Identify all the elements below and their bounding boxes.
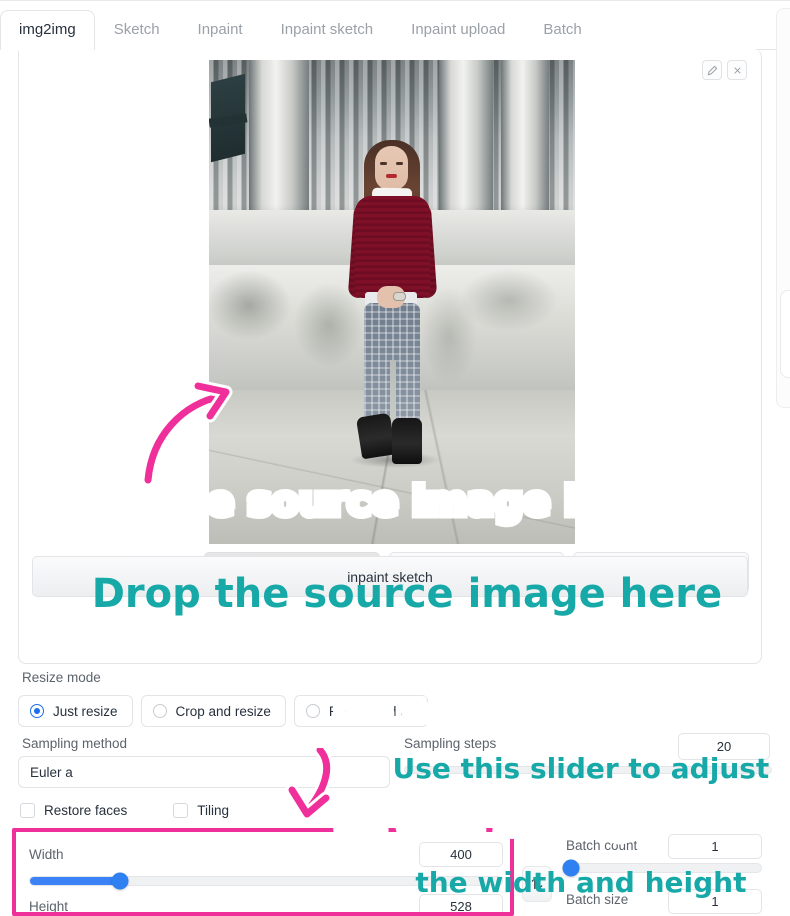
radio-just-resize[interactable]: Just resize: [18, 695, 133, 727]
batch-count-value[interactable]: 1: [668, 834, 762, 859]
tab-batch[interactable]: Batch: [524, 10, 600, 50]
batch-count-slider-thumb[interactable]: [562, 859, 580, 877]
source-image[interactable]: [209, 60, 575, 544]
photo-figure-watch: [393, 292, 406, 301]
radio-resize-and-fill[interactable]: Resize and fill: [293, 695, 428, 727]
toggle-row: Restore faces Tiling: [20, 803, 229, 818]
swap-dimensions-button[interactable]: ⇅: [522, 866, 552, 902]
tab-inpaint-sketch[interactable]: Inpaint sketch: [262, 10, 393, 50]
photo-figure-sweater: [355, 196, 430, 298]
photo-figure-boot-left: [355, 412, 397, 460]
photo-figure-boot-right: [392, 418, 422, 464]
sampling-steps-label: Sampling steps: [404, 736, 497, 751]
width-slider[interactable]: [29, 872, 503, 890]
checkbox-restore-faces[interactable]: Restore faces: [20, 803, 127, 818]
photo-figure-eye-right: [396, 162, 403, 165]
radio-label-just-resize: Just resize: [53, 703, 118, 719]
photo-column-a: [249, 60, 309, 230]
height-label: Height: [29, 899, 69, 914]
batch-size-value[interactable]: 1: [668, 889, 762, 914]
tab-inpaint[interactable]: Inpaint: [179, 10, 262, 50]
photo-figure-leg-gap: [390, 360, 396, 426]
width-slider-thumb[interactable]: [111, 872, 129, 890]
batch-count-slider[interactable]: [562, 859, 762, 877]
photo-figure-face: [375, 146, 408, 190]
radio-label-crop-and-resize: Crop and resize: [175, 703, 271, 719]
width-value[interactable]: 400: [419, 842, 503, 867]
image-drop-area[interactable]: [19, 49, 761, 544]
close-icon[interactable]: [727, 60, 747, 80]
radio-indicator-crop-and-resize: [152, 704, 167, 718]
app-root: img2img Sketch Inpaint Inpaint sketch In…: [0, 0, 790, 916]
dimensions-highlight-box: Width 400 Height 528: [12, 828, 514, 916]
copy-to-inpaint-sketch-button[interactable]: inpaint sketch: [32, 556, 748, 597]
checkbox-box-tiling: [173, 803, 189, 818]
checkbox-label-tiling: Tiling: [197, 803, 230, 818]
radio-indicator-resize-and-fill: [305, 704, 320, 718]
tab-img2img[interactable]: img2img: [0, 10, 95, 51]
resize-mode-options: Just resize Crop and resize Resize and f…: [18, 695, 428, 727]
width-label: Width: [29, 847, 64, 862]
width-row: Width 400: [29, 842, 503, 867]
height-value[interactable]: 528: [419, 894, 503, 912]
photo-figure-eye-left: [380, 162, 387, 165]
tab-inpaint-upload[interactable]: Inpaint upload: [392, 10, 524, 50]
edit-icon[interactable]: [702, 60, 722, 80]
sampling-method-label: Sampling method: [22, 736, 128, 751]
tab-sketch[interactable]: Sketch: [95, 10, 179, 50]
batch-count-label: Batch count: [566, 838, 638, 853]
image-tool-buttons: [702, 60, 747, 80]
radio-indicator-just-resize: [30, 704, 44, 718]
photo-figure-lips: [386, 174, 397, 178]
checkbox-label-restore-faces: Restore faces: [44, 803, 128, 818]
width-slider-fill: [30, 877, 120, 885]
resize-mode-label: Resize mode: [22, 670, 101, 685]
radio-label-resize-and-fill: Resize and fill: [328, 703, 413, 719]
checkbox-tiling[interactable]: Tiling: [173, 803, 229, 818]
sampling-method-select[interactable]: Euler a: [18, 756, 390, 788]
checkbox-box-restore-faces: [20, 803, 35, 818]
radio-crop-and-resize[interactable]: Crop and resize: [140, 695, 286, 727]
batch-size-label: Batch size: [566, 892, 629, 907]
height-row: Height 528: [29, 894, 503, 914]
sampling-steps-slider[interactable]: [404, 766, 772, 774]
right-side-panel-card: [780, 290, 790, 378]
copy-to-inpaint-sketch-wrap: inpaint sketch: [32, 556, 748, 597]
sampling-steps-value[interactable]: 20: [678, 733, 770, 760]
main-tab-bar: img2img Sketch Inpaint Inpaint sketch In…: [0, 0, 790, 51]
